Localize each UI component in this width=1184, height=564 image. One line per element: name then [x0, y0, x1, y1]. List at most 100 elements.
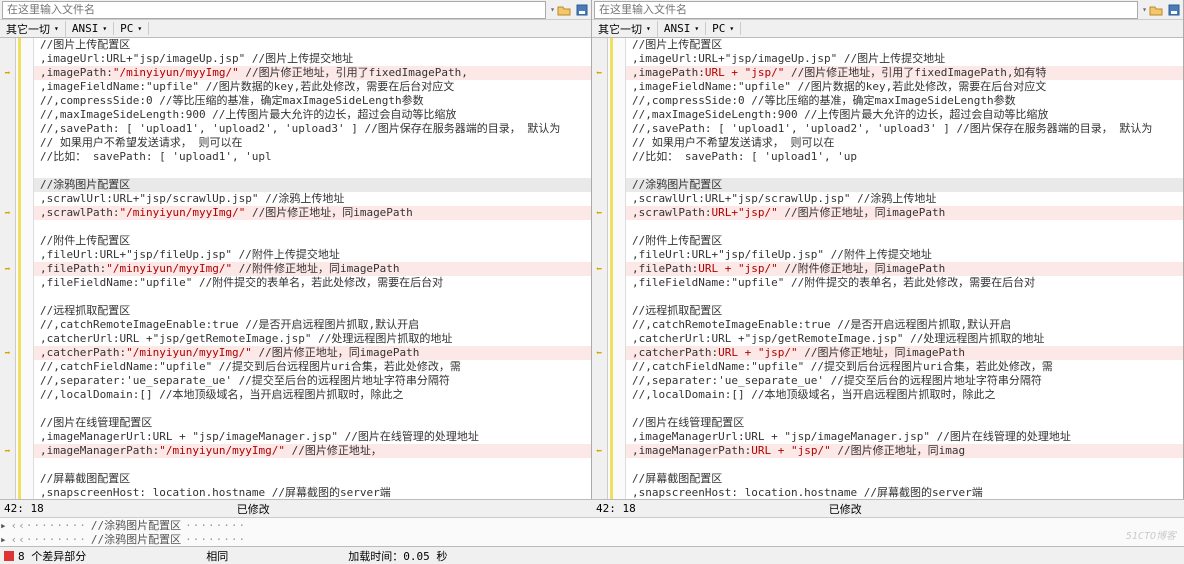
code-line[interactable]: ,fileFieldName:"upfile" //附件提交的表单名，若此处修改…: [34, 276, 591, 290]
code-line[interactable]: ,imageFieldName:"upfile" //图片数据的key,若此处修…: [34, 80, 591, 94]
code-line[interactable]: ,imageManagerPath:"/minyiyun/myyImg/" //…: [34, 444, 591, 458]
code-line[interactable]: ,imageManagerUrl:URL + "jsp/imageManager…: [626, 430, 1183, 444]
outline-row[interactable]: ▸‹‹········//涂鸦图片配置区········: [0, 532, 1184, 546]
merge-left-icon[interactable]: ➡: [596, 264, 602, 275]
code-line[interactable]: ,imageUrl:URL+"jsp/imageUp.jsp" //图片上传提交…: [34, 52, 591, 66]
filename-input-right[interactable]: [594, 1, 1138, 19]
code-line[interactable]: ,imagePath:URL + "jsp/" //图片修正地址，引用了fixe…: [626, 66, 1183, 80]
code-line[interactable]: [626, 458, 1183, 472]
code-line[interactable]: ,scrawlPath:"/minyiyun/myyImg/" //图片修正地址…: [34, 206, 591, 220]
code-line[interactable]: [34, 402, 591, 416]
save-icon[interactable]: [574, 2, 590, 18]
code-line[interactable]: //,localDomain:[] //本地顶级域名，当开启远程图片抓取时，除此…: [34, 388, 591, 402]
code-line[interactable]: //,catchFieldName:"upfile" //提交到后台远程图片ur…: [34, 360, 591, 374]
code-line[interactable]: ,filePath:"/minyiyun/myyImg/" //附件修正地址，同…: [34, 262, 591, 276]
code-line[interactable]: //,compressSide:0 //等比压缩的基准，确定maxImageSi…: [626, 94, 1183, 108]
code-line[interactable]: //,maxImageSideLength:900 //上传图片最大允许的边长，…: [626, 108, 1183, 122]
code-line[interactable]: //,maxImageSideLength:900 //上传图片最大允许的边长，…: [34, 108, 591, 122]
code-line[interactable]: ,scrawlUrl:URL+"jsp/scrawlUp.jsp" //涂鸦上传…: [34, 192, 591, 206]
code-line[interactable]: [626, 220, 1183, 234]
code-line[interactable]: //,savePath: [ 'upload1', 'upload2', 'up…: [626, 122, 1183, 136]
code-line[interactable]: //比如： savePath: [ 'upload1', 'up: [626, 150, 1183, 164]
merge-right-icon[interactable]: ➡: [4, 446, 10, 457]
code-line[interactable]: ,imagePath:"/minyiyun/myyImg/" //图片修正地址，…: [34, 66, 591, 80]
merge-left-icon[interactable]: ➡: [596, 446, 602, 457]
code-line[interactable]: ,scrawlPath:URL+"jsp/" //图片修正地址，同imagePa…: [626, 206, 1183, 220]
code-line[interactable]: //涂鸦图片配置区: [34, 178, 591, 192]
expand-icon[interactable]: ▸: [0, 519, 7, 532]
merge-left-icon[interactable]: ➡: [596, 68, 602, 79]
misc-dropdown[interactable]: 其它一切▾: [592, 21, 658, 37]
code-line[interactable]: ,scrawlUrl:URL+"jsp/scrawlUp.jsp" //涂鸦上传…: [626, 192, 1183, 206]
code-line[interactable]: //,catchRemoteImageEnable:true //是否开启远程图…: [34, 318, 591, 332]
code-line[interactable]: //,separater:'ue_separate_ue' //提交至后台的远程…: [626, 374, 1183, 388]
code-line[interactable]: [626, 164, 1183, 178]
code-line[interactable]: //附件上传配置区: [34, 234, 591, 248]
code-line[interactable]: //附件上传配置区: [626, 234, 1183, 248]
code-line[interactable]: //图片在线管理配置区: [34, 416, 591, 430]
code-line[interactable]: ,catcherUrl:URL +"jsp/getRemoteImage.jsp…: [626, 332, 1183, 346]
code-line[interactable]: //图片上传配置区: [626, 38, 1183, 52]
code-line[interactable]: //远程抓取配置区: [34, 304, 591, 318]
code-line[interactable]: //图片上传配置区: [34, 38, 591, 52]
left-topbar: ▾: [0, 0, 591, 20]
code-line[interactable]: //屏幕截图配置区: [626, 472, 1183, 486]
save-icon[interactable]: [1166, 2, 1182, 18]
code-line[interactable]: ,fileUrl:URL+"jsp/fileUp.jsp" //附件上传提交地址: [34, 248, 591, 262]
code-line[interactable]: ,fileFieldName:"upfile" //附件提交的表单名，若此处修改…: [626, 276, 1183, 290]
code-line[interactable]: ,fileUrl:URL+"jsp/fileUp.jsp" //附件上传提交地址: [626, 248, 1183, 262]
merge-right-icon[interactable]: ➡: [4, 68, 10, 79]
code-line[interactable]: //,catchFieldName:"upfile" //提交到后台远程图片ur…: [626, 360, 1183, 374]
dropdown-icon[interactable]: ▾: [550, 5, 555, 14]
code-line[interactable]: [34, 164, 591, 178]
code-line[interactable]: ,snapscreenHost: location.hostname //屏幕截…: [34, 486, 591, 499]
merge-left-icon[interactable]: ➡: [596, 208, 602, 219]
code-line[interactable]: [626, 290, 1183, 304]
code-line[interactable]: //比如： savePath: [ 'upload1', 'upl: [34, 150, 591, 164]
cursor-pos-left: 42: 18: [0, 502, 44, 515]
code-line[interactable]: ,catcherPath:URL + "jsp/" //图片修正地址，同imag…: [626, 346, 1183, 360]
code-line[interactable]: ,filePath:URL + "jsp/" //附件修正地址，同imagePa…: [626, 262, 1183, 276]
code-line[interactable]: ,catcherPath:"/minyiyun/myyImg/" //图片修正地…: [34, 346, 591, 360]
code-line[interactable]: //屏幕截图配置区: [34, 472, 591, 486]
left-outer-gutter: ➡➡➡➡➡➡: [0, 38, 16, 499]
code-line[interactable]: //,savePath: [ 'upload1', 'upload2', 'up…: [34, 122, 591, 136]
code-line[interactable]: //,separater:'ue_separate_ue' //提交至后台的远程…: [34, 374, 591, 388]
code-line[interactable]: //涂鸦图片配置区: [626, 178, 1183, 192]
code-line[interactable]: ,imageManagerPath:URL + "jsp/" //图片修正地址，…: [626, 444, 1183, 458]
open-folder-icon[interactable]: [1148, 2, 1164, 18]
code-line[interactable]: //,catchRemoteImageEnable:true //是否开启远程图…: [626, 318, 1183, 332]
platform-dropdown[interactable]: PC▾: [706, 22, 741, 35]
code-line[interactable]: ,catcherUrl:URL +"jsp/getRemoteImage.jsp…: [34, 332, 591, 346]
outline-row[interactable]: ▸‹‹········//涂鸦图片配置区········: [0, 518, 1184, 532]
code-line[interactable]: //,localDomain:[] //本地顶级域名，当开启远程图片抓取时，除此…: [626, 388, 1183, 402]
open-folder-icon[interactable]: [556, 2, 572, 18]
code-line[interactable]: //远程抓取配置区: [626, 304, 1183, 318]
code-line[interactable]: ,snapscreenHost: location.hostname //屏幕截…: [626, 486, 1183, 499]
encoding-dropdown[interactable]: ANSI▾: [66, 22, 114, 35]
left-subbar: 其它一切▾ ANSI▾ PC▾: [0, 20, 591, 38]
left-code[interactable]: //图片上传配置区,imageUrl:URL+"jsp/imageUp.jsp"…: [34, 38, 591, 499]
code-line[interactable]: ,imageUrl:URL+"jsp/imageUp.jsp" //图片上传提交…: [626, 52, 1183, 66]
merge-right-icon[interactable]: ➡: [4, 208, 10, 219]
code-line[interactable]: [34, 458, 591, 472]
expand-icon[interactable]: ▸: [0, 533, 7, 546]
code-line[interactable]: //,compressSide:0 //等比压缩的基准，确定maxImageSi…: [34, 94, 591, 108]
code-line[interactable]: // 如果用户不希望发送请求， 则可以在: [34, 136, 591, 150]
platform-dropdown[interactable]: PC▾: [114, 22, 149, 35]
misc-dropdown[interactable]: 其它一切▾: [0, 21, 66, 37]
code-line[interactable]: ,imageManagerUrl:URL + "jsp/imageManager…: [34, 430, 591, 444]
dropdown-icon[interactable]: ▾: [1142, 5, 1147, 14]
code-line[interactable]: [626, 402, 1183, 416]
merge-right-icon[interactable]: ➡: [4, 348, 10, 359]
code-line[interactable]: //图片在线管理配置区: [626, 416, 1183, 430]
filename-input-left[interactable]: [2, 1, 546, 19]
code-line[interactable]: ,imageFieldName:"upfile" //图片数据的key,若此处修…: [626, 80, 1183, 94]
merge-left-icon[interactable]: ➡: [596, 348, 602, 359]
merge-right-icon[interactable]: ➡: [4, 264, 10, 275]
right-code[interactable]: //图片上传配置区,imageUrl:URL+"jsp/imageUp.jsp"…: [626, 38, 1183, 499]
encoding-dropdown[interactable]: ANSI▾: [658, 22, 706, 35]
code-line[interactable]: // 如果用户不希望发送请求， 则可以在: [626, 136, 1183, 150]
code-line[interactable]: [34, 220, 591, 234]
code-line[interactable]: [34, 290, 591, 304]
